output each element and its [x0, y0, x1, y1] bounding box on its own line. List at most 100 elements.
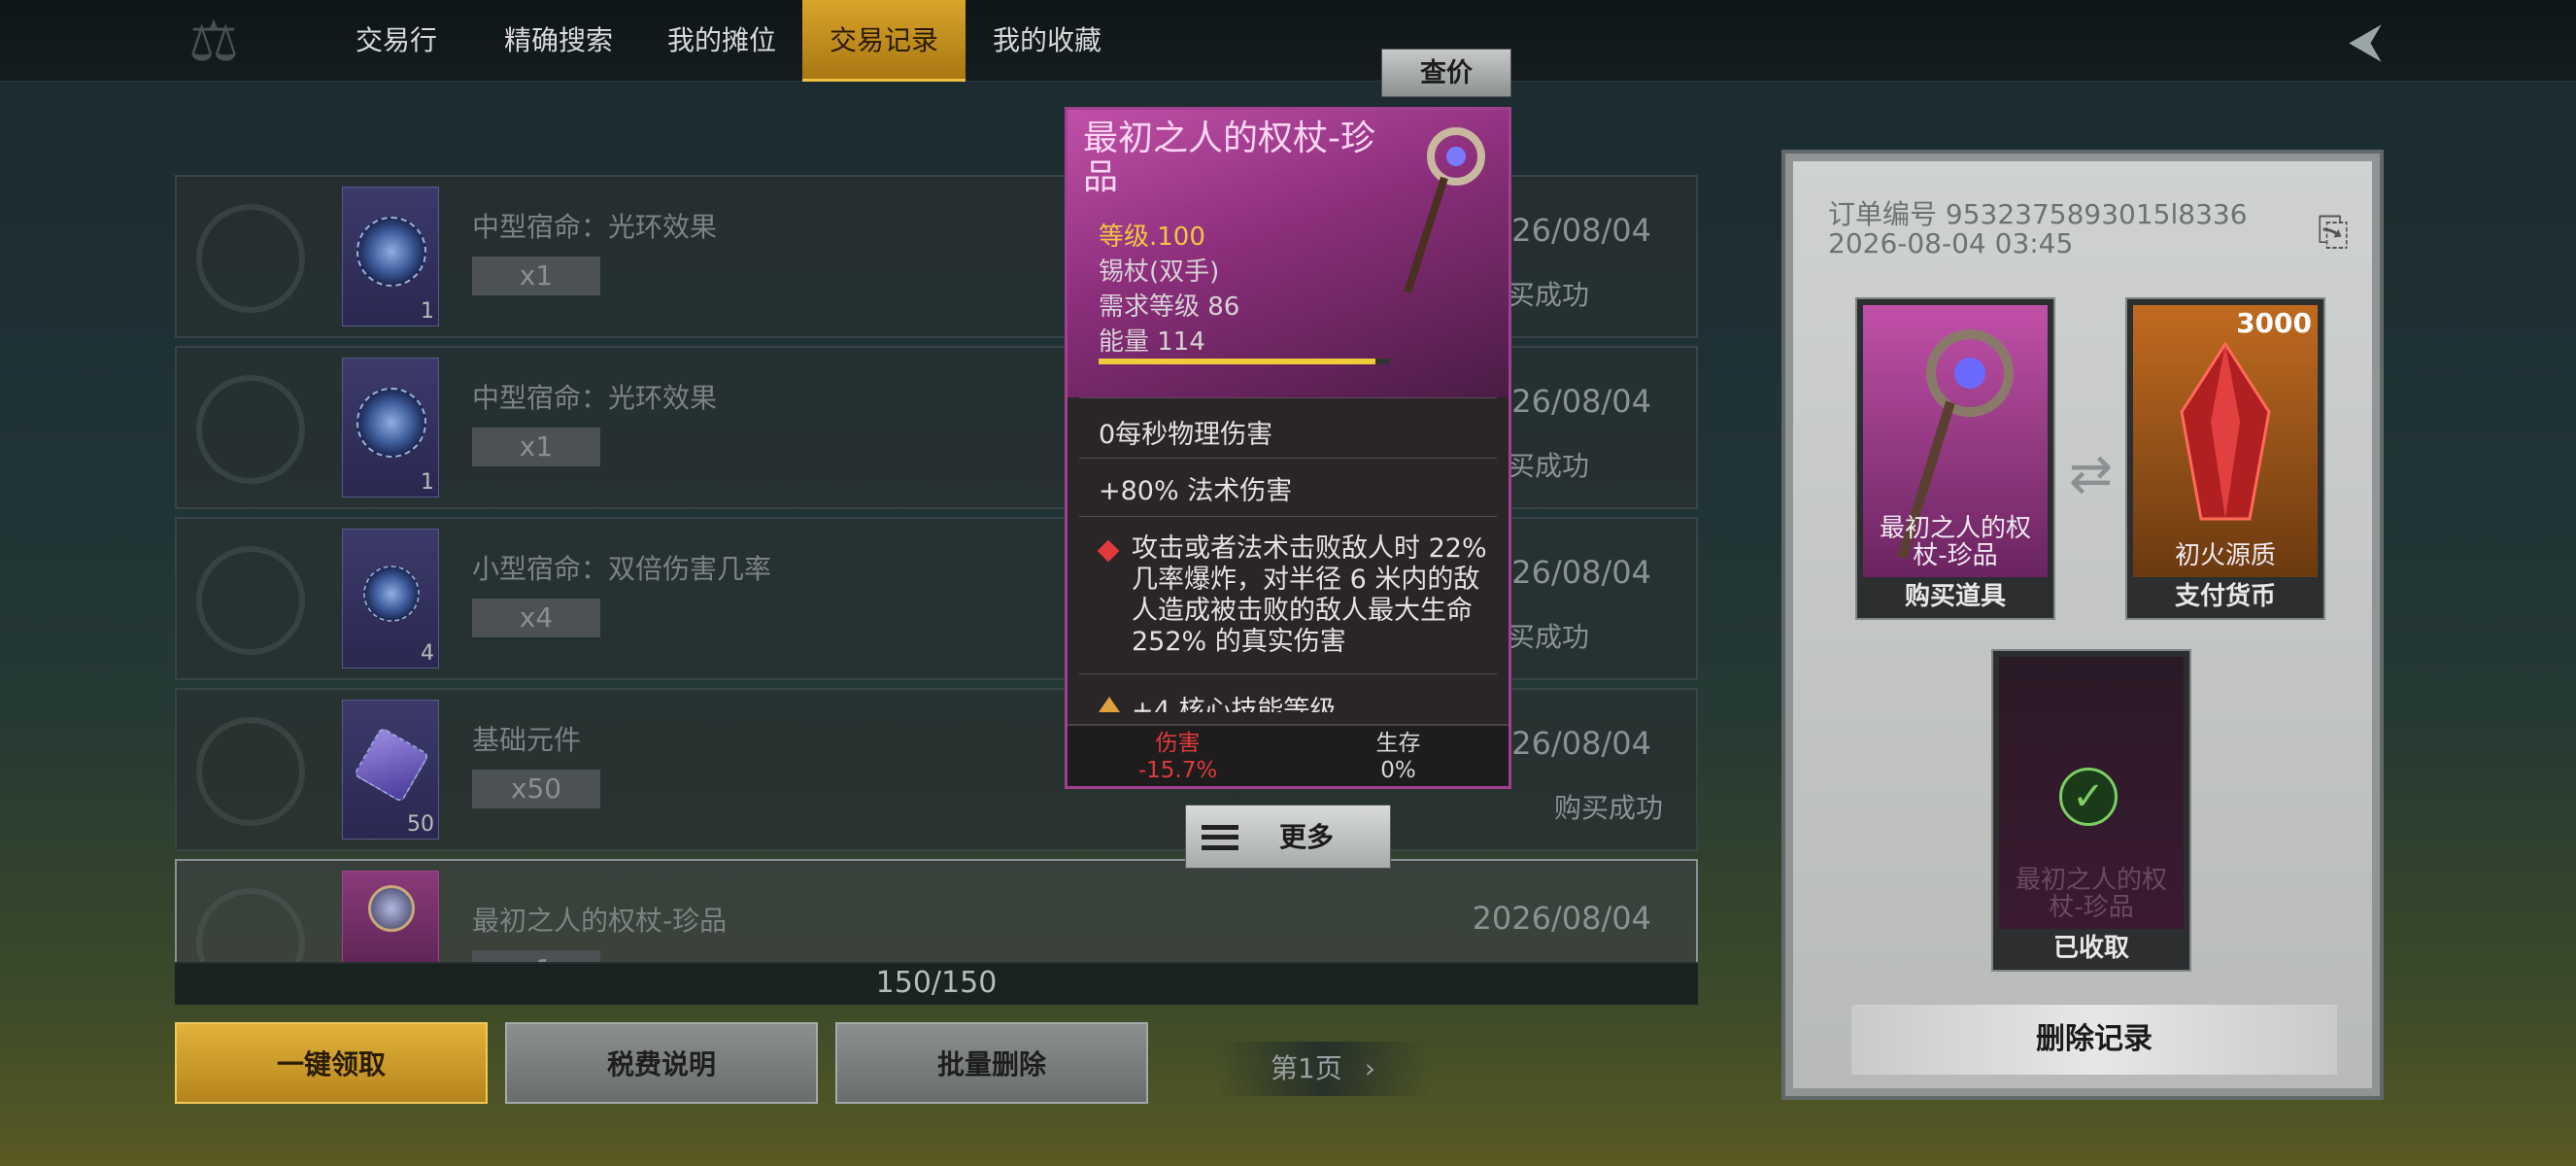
check-price-button[interactable]: 查价: [1381, 49, 1511, 97]
tab-precise-search[interactable]: 精确搜索: [493, 0, 624, 82]
received-item-label: 最初之人的权杖-珍品: [2015, 866, 2167, 922]
scepter-icon: [1404, 127, 1485, 294]
delete-record-button[interactable]: 删除记录: [1851, 1005, 2337, 1075]
record-row-selected[interactable]: 最初之人的权杖-珍品 x1 2026/08/04: [175, 859, 1698, 964]
item-count: 1: [421, 299, 434, 324]
compare-damage-label: 伤害: [1155, 731, 1201, 756]
red-crystal-icon: [2180, 341, 2271, 521]
currency-card[interactable]: 3000 初火源质 支付货币: [2125, 297, 2325, 620]
claim-all-button[interactable]: 一键领取: [175, 1022, 488, 1104]
destiny-orb-icon: [356, 217, 426, 287]
item-name: 基础元件: [472, 724, 582, 756]
divider: [1079, 673, 1497, 674]
stat-physical-dps: 0每秒物理伤害: [1099, 420, 1273, 450]
item-level: 等级.100: [1099, 223, 1205, 252]
item-thumbnail: 1: [342, 187, 439, 326]
top-nav-bar: ⚖ 交易行 精确搜索 我的摊位 交易记录 我的收藏 ⮜: [0, 0, 2576, 82]
record-status: 买成功: [1507, 621, 1589, 653]
exchange-arrows-icon: ⇄: [2069, 443, 2114, 504]
currency-caption: 支付货币: [2174, 582, 2276, 611]
divider: [1079, 397, 1497, 398]
compare-survival: 生存 0%: [1288, 730, 1508, 784]
energy-bar: [1099, 359, 1390, 364]
buy-item-caption: 购买道具: [1904, 582, 2006, 611]
compare-survival-value: 0%: [1380, 758, 1416, 783]
divider: [1079, 516, 1497, 517]
item-count: 50: [407, 812, 434, 837]
item-quantity: x1: [472, 428, 600, 466]
record-status: 购买成功: [1553, 792, 1663, 824]
page-label: 第1页: [1271, 1052, 1342, 1084]
menu-icon: [1202, 825, 1238, 850]
item-title: 最初之人的权杖-珍品: [1083, 119, 1375, 197]
claim-status-ring-icon: [196, 204, 305, 313]
item-name: 小型宿命：双倍伤害几率: [472, 553, 772, 585]
tab-my-favorites[interactable]: 我的收藏: [981, 0, 1113, 82]
item-type: 锡杖(双手): [1099, 257, 1220, 287]
tab-my-stall[interactable]: 我的摊位: [659, 0, 785, 82]
received-caption: 已收取: [2052, 934, 2129, 963]
compare-survival-label: 生存: [1375, 731, 1421, 756]
scepter-icon: [368, 885, 415, 932]
required-level: 需求等级 86: [1099, 292, 1240, 322]
copy-icon[interactable]: ⎘: [2318, 210, 2356, 255]
order-datetime: 2026-08-04 03:45: [1828, 227, 2074, 259]
page-indicator[interactable]: 第1页 ›: [1216, 1042, 1430, 1096]
currency-amount: 3000: [2236, 307, 2312, 339]
compare-bar: 伤害 -15.7% 生存 0%: [1068, 724, 1508, 786]
claim-status-ring-icon: [196, 375, 305, 484]
order-number: 订单编号 9532375893015l8336: [1828, 198, 2248, 230]
tooltip-header: 最初之人的权杖-珍品 等级.100 锡杖(双手) 需求等级 86 能量 114: [1068, 110, 1508, 397]
currency-label: 初火源质: [2174, 541, 2276, 570]
energy-label: 能量 114: [1099, 327, 1205, 357]
item-name: 最初之人的权杖-珍品: [472, 905, 728, 937]
scales-logo-icon: ⚖: [188, 8, 239, 74]
item-thumbnail: 4: [342, 529, 439, 669]
item-name: 中型宿命：光环效果: [472, 382, 718, 414]
chip-component-icon: [353, 726, 430, 804]
energy-bar-fill: [1099, 359, 1375, 364]
claim-status-ring-icon: [196, 546, 305, 655]
order-info: 订单编号 9532375893015l8336 2026-08-04 03:45: [1828, 200, 2248, 258]
buy-item-card[interactable]: 最初之人的权杖-珍品 购买道具: [1855, 297, 2055, 620]
legendary-affix-text: 攻击或者法术击败敌人时 22% 几率爆炸，对半径 6 米内的敌人造成被击败的敌人…: [1132, 533, 1487, 657]
claim-status-ring-icon: [196, 888, 305, 962]
batch-delete-button[interactable]: 批量删除: [835, 1022, 1148, 1104]
tax-info-button[interactable]: 税费说明: [505, 1022, 818, 1104]
list-counter: 150/150: [175, 962, 1698, 1005]
compare-damage-value: -15.7%: [1137, 758, 1218, 783]
record-status: 买成功: [1507, 450, 1589, 482]
check-icon: ✓: [2059, 768, 2118, 826]
buy-item-label: 最初之人的权杖-珍品: [1879, 514, 2031, 570]
skill-affix-triangle-icon: [1099, 697, 1120, 712]
record-status: 买成功: [1507, 279, 1589, 311]
item-tooltip: 最初之人的权杖-珍品 等级.100 锡杖(双手) 需求等级 86 能量 114 …: [1065, 107, 1511, 789]
legendary-affix-diamond-icon: [1097, 539, 1120, 563]
more-label: 更多: [1279, 821, 1335, 853]
item-quantity: x4: [472, 599, 600, 637]
crystal-art: [2133, 305, 2318, 577]
item-name: 中型宿命：光环效果: [472, 211, 718, 243]
item-thumbnail: 50: [342, 700, 439, 840]
item-thumbnail: 1: [342, 358, 439, 497]
chevron-right-icon[interactable]: ›: [1365, 1052, 1375, 1084]
item-count: 4: [421, 641, 434, 666]
skill-affix-text: +4 核心技能等级: [1132, 696, 1337, 712]
stat-spell-damage: +80% 法术伤害: [1099, 476, 1293, 506]
divider: [1079, 458, 1497, 459]
destiny-orb-icon: [363, 566, 420, 622]
item-quantity: x1: [472, 257, 600, 295]
tab-auction-house[interactable]: 交易行: [335, 0, 458, 82]
item-quantity: x50: [472, 770, 600, 808]
received-item-card[interactable]: ✓ 最初之人的权杖-珍品 已收取: [1991, 649, 2191, 972]
destiny-orb-icon: [356, 388, 426, 458]
more-button[interactable]: 更多: [1185, 805, 1391, 869]
tab-trade-records[interactable]: 交易记录: [802, 0, 966, 82]
item-thumbnail: [342, 871, 439, 962]
record-date: 2026/08/04: [1472, 900, 1651, 937]
item-count: 1: [421, 470, 434, 495]
back-arrow-icon[interactable]: ⮜: [2331, 14, 2399, 68]
order-detail-panel: 订单编号 9532375893015l8336 2026-08-04 03:45…: [1785, 154, 2380, 1096]
compare-damage: 伤害 -15.7%: [1068, 730, 1288, 784]
claim-status-ring-icon: [196, 717, 305, 826]
